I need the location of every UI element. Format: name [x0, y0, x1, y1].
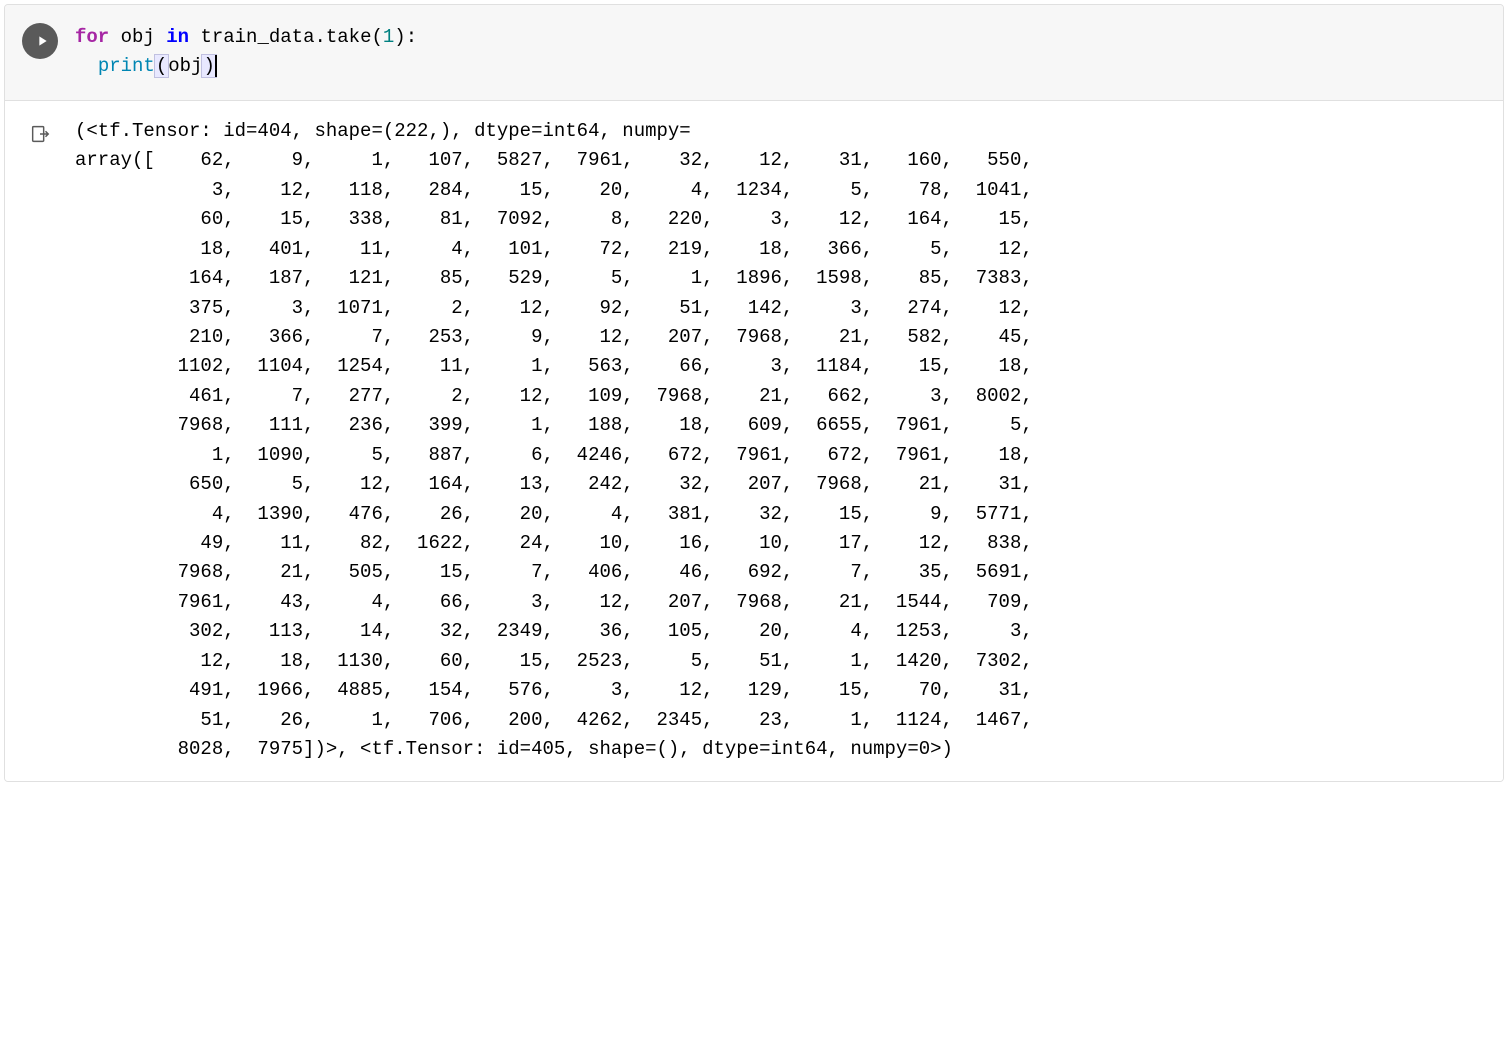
text-cursor — [215, 55, 217, 78]
run-cell-button[interactable] — [22, 23, 58, 59]
open-paren: ( — [154, 54, 169, 78]
code-text: train_data.take( — [189, 26, 383, 48]
keyword-in: in — [166, 26, 189, 48]
output-expand-button[interactable] — [29, 123, 51, 151]
output-text[interactable]: (<tf.Tensor: id=404, shape=(222,), dtype… — [75, 117, 1491, 765]
number-literal: 1 — [383, 26, 394, 48]
play-icon — [34, 33, 50, 49]
keyword-for: for — [75, 26, 109, 48]
code-indent — [75, 55, 98, 77]
code-editor[interactable]: for obj in train_data.take(1): print(obj… — [75, 5, 1503, 100]
code-line-2: print(obj) — [75, 52, 1491, 81]
function-name: print — [98, 55, 155, 77]
code-text: obj — [109, 26, 166, 48]
cell-output-area: (<tf.Tensor: id=404, shape=(222,), dtype… — [5, 101, 1503, 781]
output-gutter — [5, 117, 75, 765]
run-button-gutter — [5, 5, 75, 100]
cell-input-area: for obj in train_data.take(1): print(obj… — [5, 5, 1503, 101]
output-arrow-icon — [29, 123, 51, 145]
notebook-cell: for obj in train_data.take(1): print(obj… — [4, 4, 1504, 782]
code-arg: obj — [168, 55, 202, 77]
code-text: ): — [394, 26, 417, 48]
code-line-1: for obj in train_data.take(1): — [75, 23, 1491, 52]
